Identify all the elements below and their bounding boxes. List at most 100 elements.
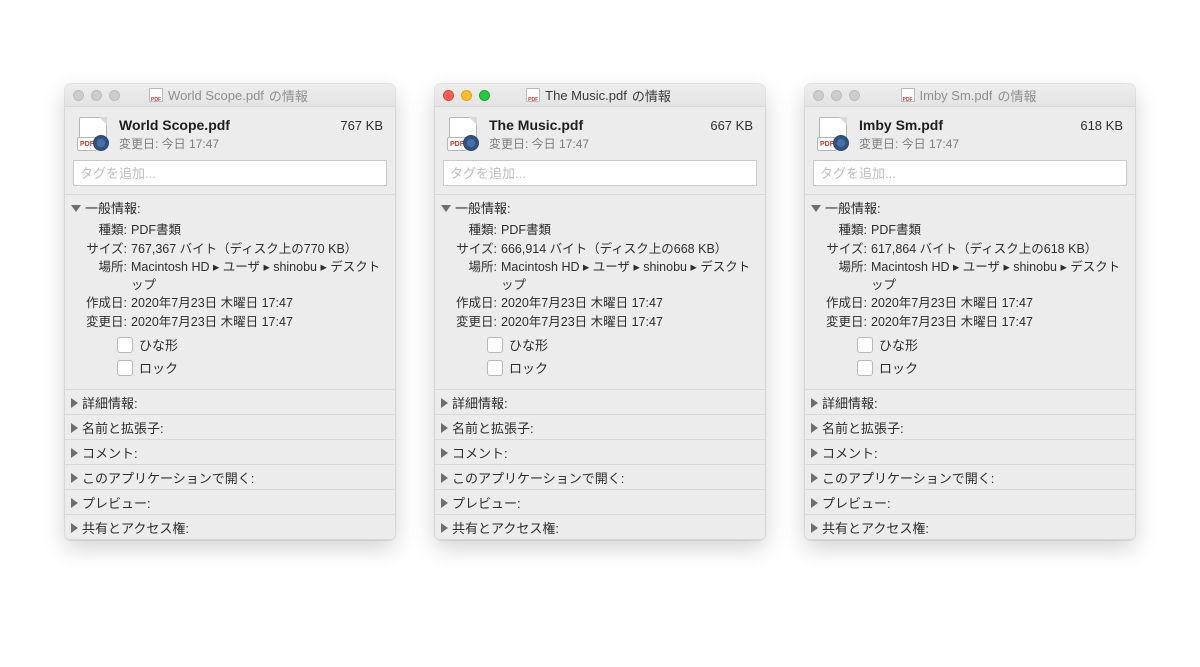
section-sharing-toggle[interactable]: 共有とアクセス権: [435,515,765,539]
file-name: Imby Sm.pdf [859,117,1072,133]
pdf-file-icon [526,88,540,102]
titlebar[interactable]: World Scope.pdf の情報 [65,84,395,107]
file-header: PDFImby Sm.pdf618 KB変更日: 今日 17:47 [805,107,1135,160]
zoom-button[interactable] [849,90,860,101]
section-name-extension: 名前と拡張子: [65,414,395,439]
section-preview: プレビュー: [65,489,395,514]
section-general: 一般情報:種類:PDF書類サイズ:767,367 バイト（ディスク上の770 K… [65,194,395,389]
section-toggle-general[interactable]: 一般情報: [805,195,1135,219]
modified-short: 変更日: 今日 17:47 [119,135,383,152]
modified-short: 変更日: 今日 17:47 [489,135,753,152]
minimize-button[interactable] [461,90,472,101]
close-button[interactable] [73,90,84,101]
row-created: 作成日:2020年7月23日 木曜日 17:47 [75,295,385,313]
section-preview-toggle[interactable]: プレビュー: [435,490,765,514]
section-preview-toggle[interactable]: プレビュー: [805,490,1135,514]
tags-input[interactable] [443,160,757,186]
section-more-info: 詳細情報: [65,389,395,414]
stationery-checkbox[interactable] [487,337,503,353]
window-title-text: The Music.pdf [545,88,627,103]
close-button[interactable] [443,90,454,101]
titlebar[interactable]: Imby Sm.pdf の情報 [805,84,1135,107]
section-open-with: このアプリケーションで開く: [65,464,395,489]
row-kind: 種類:PDF書類 [815,222,1125,240]
section-comments: コメント: [805,439,1135,464]
section-name-extension: 名前と拡張子: [435,414,765,439]
window-title-suffix: の情報 [997,86,1036,105]
section-sharing: 共有とアクセス権: [805,514,1135,540]
section-comments: コメント: [65,439,395,464]
row-size: サイズ:666,914 バイト（ディスク上の668 KB） [445,241,755,259]
section-toggle-general[interactable]: 一般情報: [435,195,765,219]
file-size: 767 KB [340,118,383,133]
section-toggle-general[interactable]: 一般情報: [65,195,395,219]
minimize-button[interactable] [831,90,842,101]
row-kind: 種類:PDF書類 [445,222,755,240]
section-sharing-toggle[interactable]: 共有とアクセス権: [65,515,395,539]
window-title-suffix: の情報 [632,86,671,105]
window-controls [443,90,490,101]
row-kind: 種類:PDF書類 [75,222,385,240]
section-comments-toggle[interactable]: コメント: [65,440,395,464]
row-created: 作成日:2020年7月23日 木曜日 17:47 [445,295,755,313]
file-size: 667 KB [710,118,753,133]
section-name-extension-toggle[interactable]: 名前と拡張子: [435,415,765,439]
section-open-with-toggle[interactable]: このアプリケーションで開く: [435,465,765,489]
section-preview-toggle[interactable]: プレビュー: [65,490,395,514]
section-general: 一般情報: 種類:PDF書類サイズ:666,914 バイト（ディスク上の668 K… [435,194,765,389]
disclosure-right-icon [71,423,78,433]
disclosure-right-icon [441,448,448,458]
locked-checkbox[interactable] [117,360,133,376]
tags-input[interactable] [813,160,1127,186]
stationery: ひな形 [117,335,385,354]
section-open-with-toggle[interactable]: このアプリケーションで開く: [805,465,1135,489]
disclosure-right-icon [811,423,818,433]
window-title-suffix: の情報 [269,86,308,105]
disclosure-right-icon [441,398,448,408]
section-sharing-toggle[interactable]: 共有とアクセス権: [805,515,1135,539]
disclosure-right-icon [71,448,78,458]
window-title-text: World Scope.pdf [168,88,264,103]
locked-checkbox[interactable] [487,360,503,376]
section-name-extension-toggle[interactable]: 名前と拡張子: [65,415,395,439]
disclosure-right-icon [811,473,818,483]
row-where: 場所:Macintosh HD ▸ ユーザ ▸ shinobu ▸ デスクトップ [815,259,1125,294]
info-window[interactable]: The Music.pdf の情報 PDF The Music.pdf 667 KB 変更… [435,84,765,540]
section-more-info: 詳細情報: [435,389,765,414]
titlebar[interactable]: The Music.pdf の情報 [435,84,765,107]
disclosure-right-icon [71,398,78,408]
locked: ロック [857,358,1125,377]
tags-input[interactable] [73,160,387,186]
section-comments-toggle[interactable]: コメント: [435,440,765,464]
info-window[interactable]: World Scope.pdfの情報PDFWorld Scope.pdf767 … [65,84,395,540]
stationery-checkbox[interactable] [117,337,133,353]
info-window[interactable]: Imby Sm.pdf の情報 PDFImby Sm.pdf618 KB変更日: 今… [805,84,1135,540]
section-name-extension-toggle[interactable]: 名前と拡張子: [805,415,1135,439]
pdf-file-icon: PDF [447,117,479,151]
zoom-button[interactable] [109,90,120,101]
section-name-extension: 名前と拡張子: [805,414,1135,439]
close-button[interactable] [813,90,824,101]
disclosure-right-icon [811,398,818,408]
row-where: 場所:Macintosh HD ▸ ユーザ ▸ shinobu ▸ デスクトップ [445,259,755,294]
section-open-with: このアプリケーションで開く: [805,464,1135,489]
zoom-button[interactable] [479,90,490,101]
stationery-checkbox[interactable] [857,337,873,353]
file-name: World Scope.pdf [119,117,332,133]
section-more-info-toggle[interactable]: 詳細情報: [65,390,395,414]
disclosure-down-icon [71,205,81,212]
window-title: World Scope.pdf の情報 [126,86,331,105]
section-more-info-toggle[interactable]: 詳細情報: [805,390,1135,414]
section-more-info-toggle[interactable]: 詳細情報: [435,390,765,414]
section-more-info: 詳細情報: [805,389,1135,414]
section-comments-toggle[interactable]: コメント: [805,440,1135,464]
minimize-button[interactable] [91,90,102,101]
pdf-file-icon [149,88,163,102]
section-open-with-toggle[interactable]: このアプリケーションで開く: [65,465,395,489]
disclosure-right-icon [71,523,78,533]
window-controls [813,90,860,101]
section-preview: プレビュー: [805,489,1135,514]
disclosure-right-icon [811,448,818,458]
window-title-text: Imby Sm.pdf [920,88,993,103]
locked-checkbox[interactable] [857,360,873,376]
